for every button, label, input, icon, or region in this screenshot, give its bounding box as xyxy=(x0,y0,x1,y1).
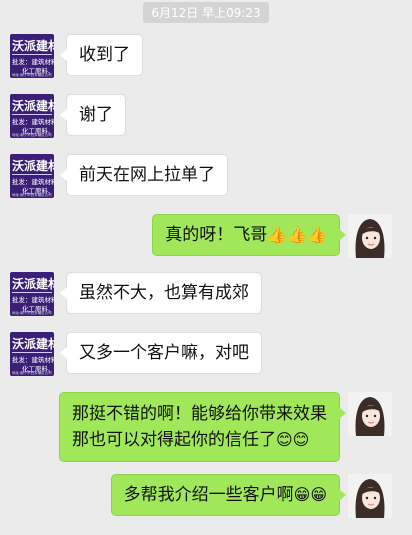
avatar-logo-divider xyxy=(12,352,52,353)
message-text: 真的呀！飞哥 xyxy=(165,225,268,245)
avatar-logo-title: 沃派建材 xyxy=(12,99,54,113)
message-text: 多帮我介绍一些客户啊 xyxy=(123,485,294,505)
message-text-line1: 那挺不错的啊！能够给你带来效果 xyxy=(72,404,327,424)
user-avatar-photo xyxy=(348,214,392,258)
contact-avatar[interactable]: 沃派建材 批发：建筑材料、 化工原料、 地址:南宁市西乡塘区公司 xyxy=(10,34,54,78)
sent-message-bubble[interactable]: 那挺不错的啊！能够给你带来效果 那也可以对得起你的信任了😊😊 xyxy=(59,392,346,462)
smile-icon: 😊😊 xyxy=(276,430,310,449)
sent-message-bubble[interactable]: 多帮我介绍一些客户啊😁😁 xyxy=(110,474,347,516)
user-avatar-photo xyxy=(348,474,392,518)
user-avatar[interactable] xyxy=(348,474,392,518)
message-text: 谢了 xyxy=(79,105,113,125)
timestamp-label: 6月12日 早上09:23 xyxy=(143,2,269,23)
thumbs-up-icon: 👍👍👍 xyxy=(267,225,327,244)
avatar-logo-line3: 地址:南宁市西乡塘区公司 xyxy=(12,371,52,375)
avatar-logo-divider xyxy=(12,114,52,115)
message-text: 虽然不大，也算有成郊 xyxy=(79,283,249,303)
contact-avatar[interactable]: 沃派建材 批发：建筑材料、 化工原料、 地址:南宁市西乡塘区公司 xyxy=(10,94,54,138)
avatar-logo-divider xyxy=(12,174,52,175)
avatar-logo-title: 沃派建材 xyxy=(12,337,54,351)
avatar-logo-line3: 地址:南宁市西乡塘区公司 xyxy=(12,133,52,137)
avatar-logo-title: 沃派建材 xyxy=(12,39,54,53)
contact-avatar[interactable]: 沃派建材 批发：建筑材料、 化工原料、 地址:南宁市西乡塘区公司 xyxy=(10,332,54,376)
contact-avatar[interactable]: 沃派建材 批发：建筑材料、 化工原料、 地址:南宁市西乡塘区公司 xyxy=(10,272,54,316)
message-text: 收到了 xyxy=(79,45,130,65)
contact-avatar[interactable]: 沃派建材 批发：建筑材料、 化工原料、 地址:南宁市西乡塘区公司 xyxy=(10,154,54,198)
user-avatar-photo xyxy=(348,392,392,436)
avatar-logo-divider xyxy=(12,292,52,293)
message-text: 又多一个客户嘛，对吧 xyxy=(79,343,249,363)
sent-message-bubble[interactable]: 真的呀！飞哥👍👍👍 xyxy=(152,214,346,256)
avatar-logo-title: 沃派建材 xyxy=(12,159,54,173)
received-message-bubble[interactable]: 虽然不大，也算有成郊 xyxy=(60,272,262,314)
avatar-logo-line3: 地址:南宁市西乡塘区公司 xyxy=(12,193,52,197)
received-message-bubble[interactable]: 收到了 xyxy=(60,34,143,76)
received-message-bubble[interactable]: 谢了 xyxy=(60,94,126,136)
message-text: 前天在网上拉单了 xyxy=(79,165,215,185)
received-message-bubble[interactable]: 前天在网上拉单了 xyxy=(60,154,228,196)
user-avatar[interactable] xyxy=(348,392,392,436)
message-text-line2: 那也可以对得起你的信任了 xyxy=(72,430,276,450)
grin-icon: 😁😁 xyxy=(293,485,327,504)
avatar-logo-divider xyxy=(12,54,52,55)
avatar-logo-line3: 地址:南宁市西乡塘区公司 xyxy=(12,311,52,315)
avatar-logo-line3: 地址:南宁市西乡塘区公司 xyxy=(12,73,52,77)
avatar-logo-title: 沃派建材 xyxy=(12,277,54,291)
received-message-bubble[interactable]: 又多一个客户嘛，对吧 xyxy=(60,332,262,374)
user-avatar[interactable] xyxy=(348,214,392,258)
message-timestamp: 6月12日 早上09:23 xyxy=(0,2,412,23)
